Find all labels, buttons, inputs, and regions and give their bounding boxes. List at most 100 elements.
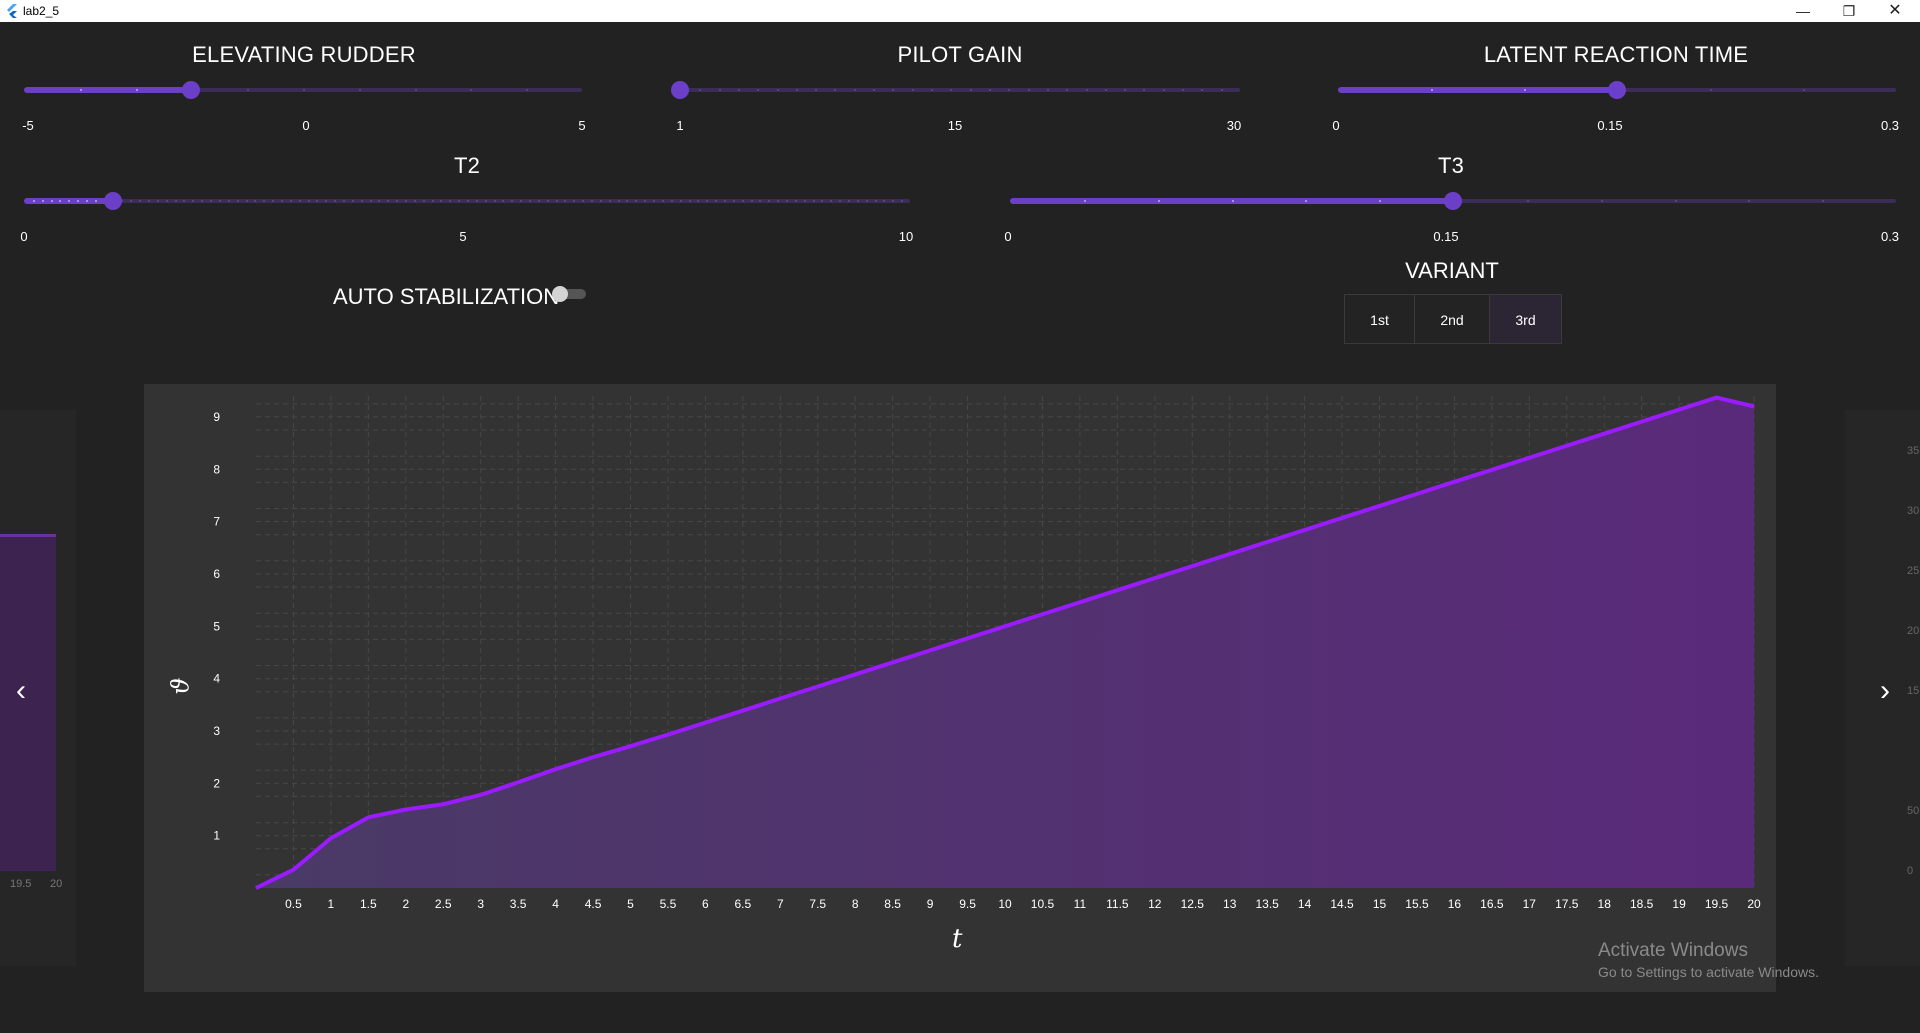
elevating-rudder-max-label: 5 <box>578 118 586 133</box>
slider-tick-mark <box>723 200 726 202</box>
data-point <box>1079 601 1081 603</box>
slider-tick-mark <box>245 200 248 202</box>
minimize-button[interactable]: — <box>1780 0 1826 22</box>
slider-tick-mark <box>156 200 159 202</box>
pilot-gain-title: PILOT GAIN <box>897 42 1023 67</box>
y-tick-label: 8 <box>213 462 220 476</box>
previous-chart-panel: 19.5 20 <box>0 410 76 966</box>
data-point <box>1453 481 1455 483</box>
slider-tick-mark <box>1674 200 1677 202</box>
data-point <box>1229 553 1231 555</box>
slider-track <box>680 88 1240 92</box>
slider-tick-mark <box>32 200 35 202</box>
t3-max-label: 0.3 <box>1880 229 1900 244</box>
slider-thumb[interactable] <box>103 192 122 210</box>
slider-thumb[interactable] <box>1608 81 1626 99</box>
slider-tick-mark <box>537 200 540 202</box>
t2-min-label: 0 <box>20 229 28 244</box>
elevating-rudder-mid-label: 0 <box>302 118 310 133</box>
data-point <box>517 781 519 783</box>
y-tick-label: 2 <box>213 776 220 790</box>
x-tick-label: 14.5 <box>1330 897 1354 911</box>
activate-windows-title: Activate Windows <box>1598 940 1748 961</box>
data-point <box>667 734 669 736</box>
restore-button[interactable]: ❐ <box>1826 0 1872 22</box>
x-tick-label: 13 <box>1223 897 1237 911</box>
y-tick-label: 3 <box>213 724 220 738</box>
close-button[interactable]: ✕ <box>1872 0 1918 22</box>
data-point <box>1641 421 1643 423</box>
latent-reaction-time-mid-label: 0.15 <box>1597 118 1623 133</box>
slider-tick-mark <box>174 200 177 202</box>
data-point <box>704 722 706 724</box>
slider-tick-mark <box>1027 89 1030 91</box>
slider-active-track <box>24 87 192 93</box>
slider-thumb[interactable] <box>182 81 201 99</box>
pilot-gain-min-label: 1 <box>676 118 684 133</box>
y-tick-label: 7 <box>213 515 220 529</box>
slider-tick-mark <box>732 200 735 202</box>
next-chart-tick-label: 30 <box>1907 505 1920 517</box>
slider-tick-mark <box>1162 89 1165 91</box>
y-axis-label: ϑ <box>166 677 195 695</box>
t3-slider[interactable] <box>1010 191 1896 211</box>
data-point <box>442 803 444 805</box>
title-bar: lab2_5 — ❐ ✕ <box>0 0 1920 22</box>
data-point <box>592 756 594 758</box>
data-point <box>1191 565 1193 567</box>
next-chart-arrow-icon[interactable]: › <box>1880 674 1890 708</box>
x-tick-label: 2.5 <box>435 897 452 911</box>
slider-tick-mark <box>1085 89 1088 91</box>
t2-slider[interactable] <box>24 191 910 211</box>
pilot-gain-max-label: 30 <box>1226 118 1242 133</box>
slider-tick-mark <box>148 200 151 202</box>
next-chart-tick-label: 15 <box>1907 685 1920 697</box>
data-point <box>330 837 332 839</box>
x-tick-label: 3 <box>477 897 484 911</box>
x-tick-label: 1 <box>328 897 335 911</box>
data-point <box>630 745 631 747</box>
slider-tick-mark <box>617 200 620 202</box>
previous-chart-arrow-icon[interactable]: ‹ <box>16 674 26 708</box>
pilot-gain-slider[interactable] <box>671 80 1240 100</box>
data-point <box>967 637 969 639</box>
x-tick-label: 0.5 <box>285 897 302 911</box>
previous-chart-tick-label: 19.5 <box>10 878 32 890</box>
data-point <box>1678 409 1680 411</box>
data-point <box>555 768 557 770</box>
x-tick-label: 7 <box>777 897 784 911</box>
x-tick-label: 12.5 <box>1181 897 1205 911</box>
slider-tick-mark <box>467 200 469 202</box>
previous-chart-tick-label: 20 <box>50 878 63 890</box>
data-point <box>367 816 369 818</box>
data-point <box>1116 589 1118 591</box>
latent-reaction-time-slider[interactable] <box>1338 80 1896 100</box>
previous-chart-area <box>0 534 56 871</box>
slider-tick-mark <box>591 200 594 202</box>
slider-active-track <box>1338 87 1617 93</box>
slider-tick-mark <box>1710 89 1712 91</box>
auto-stabilization-switch[interactable] <box>552 286 588 302</box>
t2-max-label: 10 <box>898 229 914 244</box>
slider-tick-mark <box>1220 89 1223 91</box>
next-chart-tick-label: 50 <box>1907 805 1920 817</box>
slider-thumb[interactable] <box>671 81 689 99</box>
next-chart-tick-label: 35 <box>1907 445 1920 457</box>
slider-tick-mark <box>41 200 44 202</box>
variant-option-2nd[interactable]: 2nd <box>1414 294 1490 344</box>
slider-tick-mark <box>298 200 301 202</box>
variant-option-3rd[interactable]: 3rd <box>1489 294 1562 344</box>
slider-tick-mark <box>484 200 487 202</box>
slider-tick-mark <box>803 200 806 202</box>
slider-thumb[interactable] <box>1444 192 1462 210</box>
variant-option-1st[interactable]: 1st <box>1344 294 1415 344</box>
next-chart-tick-label: 25 <box>1907 565 1920 577</box>
x-tick-label: 12 <box>1148 897 1162 911</box>
x-tick-label: 1.5 <box>360 897 377 911</box>
data-point <box>1491 469 1493 471</box>
slider-tick-mark <box>369 200 372 202</box>
slider-tick-mark <box>529 200 532 202</box>
data-point <box>929 649 931 651</box>
elevating-rudder-slider[interactable] <box>24 80 582 100</box>
latent-reaction-time-title: LATENT REACTION TIME <box>1483 42 1749 67</box>
